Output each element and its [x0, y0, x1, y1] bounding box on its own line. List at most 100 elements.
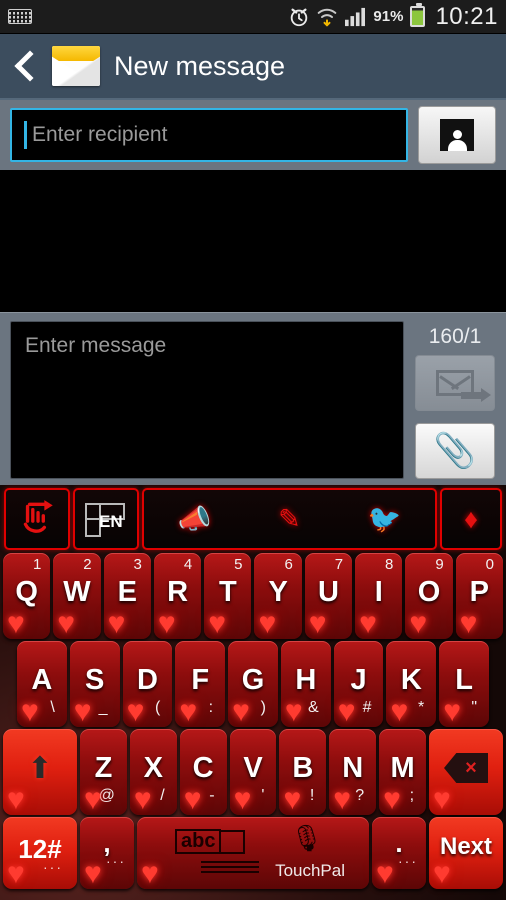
- space-key[interactable]: abc 🎙 TouchPal ♥: [137, 817, 369, 889]
- send-envelope-icon: [436, 370, 491, 402]
- key-b[interactable]: B ! ♥: [279, 729, 327, 815]
- key-o[interactable]: 9 O ♥: [405, 553, 453, 639]
- send-button[interactable]: [415, 355, 495, 411]
- theme-key[interactable]: ♦: [440, 488, 502, 550]
- key-y[interactable]: 6 Y ♥: [254, 553, 302, 639]
- key-number: 6: [284, 556, 293, 573]
- backspace-key[interactable]: × ♥: [429, 729, 504, 815]
- key-label: M: [390, 751, 415, 784]
- key-number: 9: [435, 556, 444, 573]
- heart-icon: ♥: [459, 607, 478, 640]
- key-k[interactable]: K * ♥: [386, 641, 437, 727]
- key-label: L: [455, 663, 473, 696]
- key-m[interactable]: M ; ♥: [379, 729, 427, 815]
- key-h[interactable]: H & ♥: [280, 641, 331, 728]
- comma-key[interactable]: , ··· ♥: [80, 817, 134, 889]
- key-label: F: [191, 663, 210, 696]
- heart-icon: ♥: [141, 857, 159, 890]
- key-label: V: [243, 751, 263, 784]
- alarm-clock-icon: [291, 8, 308, 26]
- keyboard-icon: [8, 9, 32, 24]
- recipient-placeholder: Enter recipient: [32, 123, 168, 146]
- key-symbol: _: [98, 699, 108, 716]
- microphone-icon[interactable]: 🎙: [290, 823, 323, 854]
- heart-icon: ♥: [183, 783, 202, 816]
- enter-next-key[interactable]: Next ♥: [429, 817, 503, 889]
- diamond-icon: ♦: [464, 503, 478, 534]
- key-n[interactable]: N ? ♥: [329, 729, 377, 815]
- key-l[interactable]: L " ♥: [439, 641, 490, 727]
- text-caret: [24, 121, 27, 149]
- key-symbol: /: [160, 787, 165, 804]
- swipe-gesture-key[interactable]: [4, 488, 70, 550]
- key-z[interactable]: Z @ ♥: [80, 729, 127, 815]
- more-dots: ···: [398, 853, 418, 869]
- recipient-input[interactable]: Enter recipient: [10, 108, 408, 162]
- key-j[interactable]: J # ♥: [333, 641, 384, 727]
- pen-icon[interactable]: ✎: [278, 505, 301, 533]
- key-t[interactable]: 5 T ♥: [204, 553, 252, 639]
- key-p[interactable]: 0 P ♥: [455, 553, 503, 640]
- attach-button[interactable]: 📎: [415, 423, 495, 479]
- key-s[interactable]: S _ ♥: [69, 641, 120, 727]
- keyboard-rows: 1 Q ♥ 2 W ♥ 3 E ♥ 4 R ♥ 5 T ♥ 6 Y ♥ 7 U …: [2, 553, 504, 889]
- heart-icon: ♥: [84, 783, 102, 816]
- key-number: 3: [133, 556, 142, 573]
- key-x[interactable]: X / ♥: [129, 729, 177, 815]
- symbols-key[interactable]: 12# ··· ♥: [3, 817, 77, 889]
- key-c[interactable]: C - ♥: [179, 729, 227, 816]
- heart-icon: ♥: [7, 607, 25, 640]
- key-symbol: !: [309, 787, 315, 804]
- keyboard-brand-label: TouchPal: [275, 861, 345, 880]
- key-label: B: [292, 751, 314, 784]
- megaphone-icon[interactable]: 📣: [178, 505, 212, 533]
- key-i[interactable]: 8 I ♥: [355, 553, 403, 639]
- key-symbol: ?: [355, 787, 365, 804]
- add-contact-button[interactable]: [418, 106, 496, 164]
- key-symbol: ": [471, 699, 478, 716]
- key-w[interactable]: 2 W ♥: [53, 553, 101, 639]
- key-number: 4: [183, 556, 193, 573]
- key-number: 1: [32, 556, 42, 573]
- key-symbol: ': [261, 787, 265, 804]
- language-key[interactable]: EN: [73, 488, 139, 550]
- key-v[interactable]: V ' ♥: [229, 729, 277, 815]
- key-label: A: [31, 663, 53, 696]
- key-label: H: [295, 663, 317, 696]
- key-label: T: [218, 575, 237, 608]
- twitter-bird-icon[interactable]: 🐦: [368, 505, 402, 533]
- key-symbol: (: [155, 699, 161, 716]
- more-dots: ···: [106, 853, 126, 869]
- more-dots: ···: [43, 859, 63, 875]
- keyboard-row-2: A \ ♥ S _ ♥ D ( ♥ F : ♥ G) ♥ H & ♥ J # …: [3, 641, 503, 727]
- keyboard-toolbar: EN 📣 ✎ 🐦 ♦: [2, 488, 504, 550]
- key-q[interactable]: 1 Q ♥: [3, 553, 51, 640]
- backspace-icon: ×: [444, 753, 489, 783]
- hand-swipe-icon: [23, 500, 53, 533]
- heart-icon: ♥: [7, 857, 25, 890]
- heart-icon: ♥: [376, 857, 394, 890]
- key-label: Z: [94, 751, 113, 784]
- key-d[interactable]: D ( ♥: [122, 641, 173, 727]
- compose-area: Enter message 160/1 📎: [0, 312, 506, 485]
- key-a[interactable]: A \ ♥: [17, 641, 67, 727]
- heart-icon: ♥: [284, 695, 303, 728]
- wifi-download-icon: [318, 8, 337, 26]
- action-bar: New message: [0, 34, 506, 100]
- key-label: D: [136, 663, 158, 696]
- key-e[interactable]: 3 E ♥: [103, 553, 151, 639]
- key-r[interactable]: 4 R ♥: [153, 553, 202, 640]
- heart-icon: ♥: [157, 607, 176, 640]
- key-label: P: [469, 575, 489, 608]
- key-g[interactable]: G ) ♥: [228, 641, 278, 727]
- key-u[interactable]: 7 U ♥: [304, 553, 353, 639]
- message-input[interactable]: Enter message: [10, 321, 404, 479]
- status-bar-right: 91% 10:21: [288, 3, 498, 31]
- back-chevron-icon[interactable]: [12, 49, 38, 83]
- key-f[interactable]: F : ♥: [175, 641, 226, 727]
- shift-key[interactable]: ⬆ ♥: [3, 729, 77, 815]
- key-label: O: [417, 575, 441, 608]
- compose-actions: 160/1 📎: [412, 321, 498, 479]
- paperclip-icon: 📎: [433, 432, 477, 470]
- period-key[interactable]: . ··· ♥: [372, 817, 426, 889]
